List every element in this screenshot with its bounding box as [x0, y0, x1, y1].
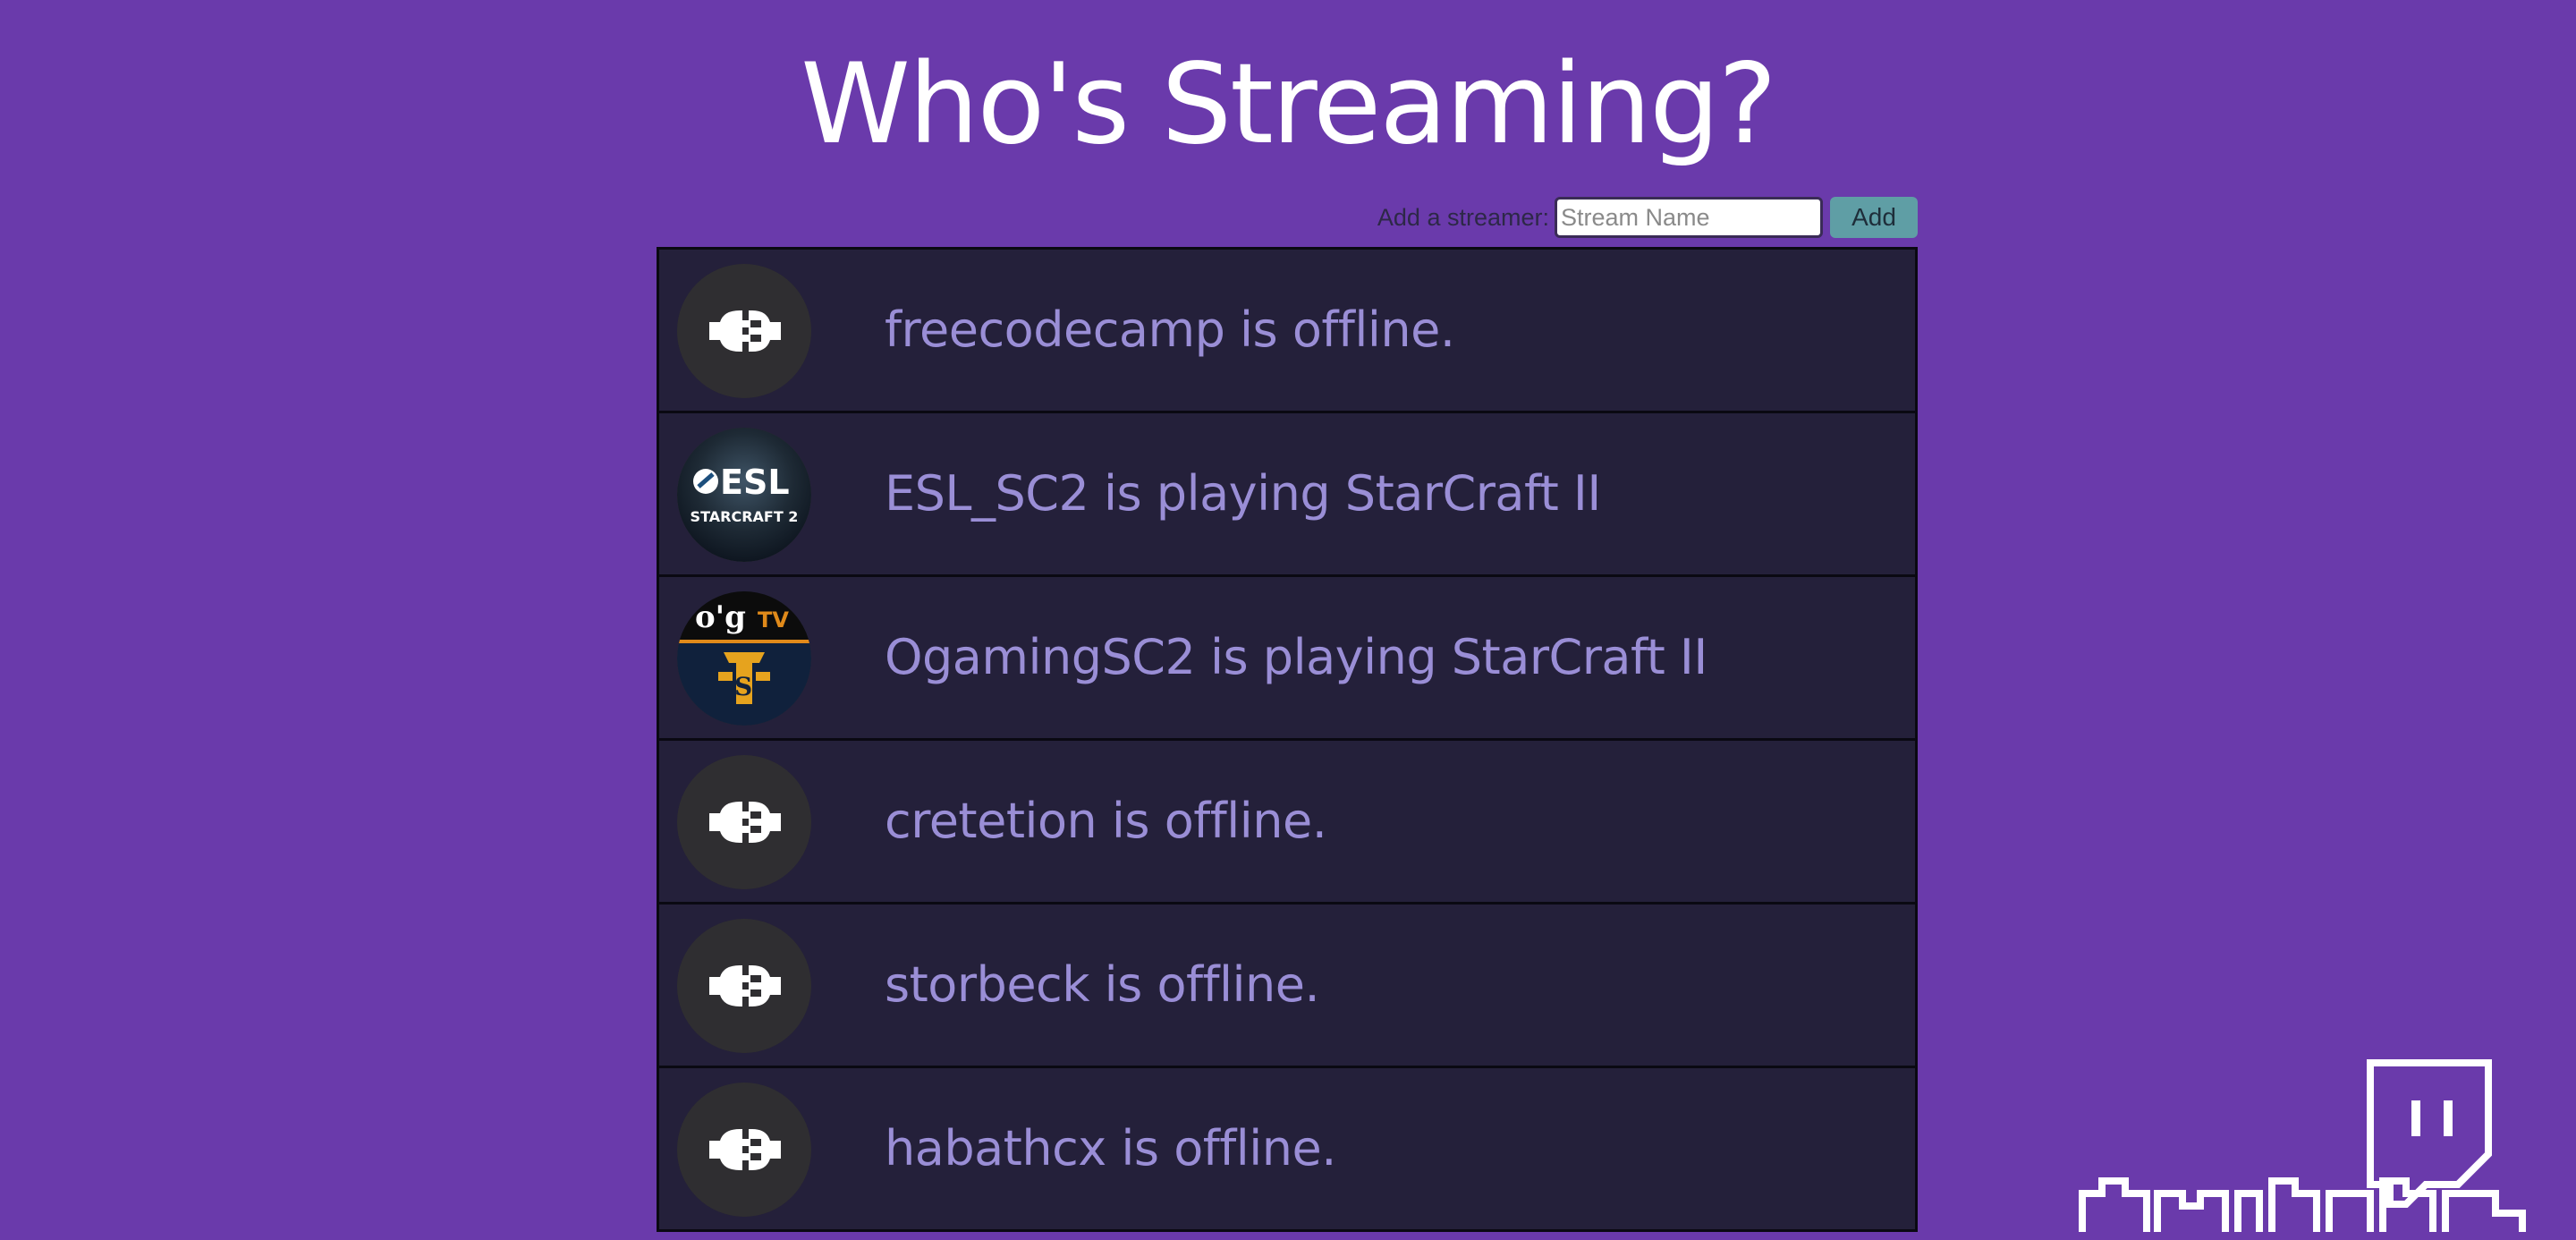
ogtv-logo-subtext: TV	[758, 607, 789, 633]
page-title: Who's Streaming?	[801, 40, 1776, 169]
stream-status[interactable]: OgamingSC2 is playing StarCraft II	[885, 577, 1707, 738]
svg-text:S: S	[734, 672, 752, 701]
add-button[interactable]: Add	[1830, 197, 1918, 238]
stream-status[interactable]: cretetion is offline.	[885, 741, 1327, 902]
ogtv-logo-text: o'g	[695, 599, 746, 635]
esl-logo-text: ESL	[720, 463, 790, 502]
plug-icon	[677, 919, 811, 1053]
twitch-logo	[2075, 1056, 2558, 1232]
add-streamer-form: Add a streamer: Add	[1377, 193, 1918, 242]
add-streamer-label: Add a streamer:	[1377, 203, 1549, 231]
stream-row[interactable]: cretetion is offline.	[657, 738, 1918, 905]
stream-name-input[interactable]	[1555, 197, 1823, 238]
stream-row[interactable]: storbeck is offline.	[657, 902, 1918, 1068]
esl-logo-avatar: ESL STARCRAFT 2	[677, 428, 811, 562]
stream-status[interactable]: ESL_SC2 is playing StarCraft II	[885, 413, 1601, 574]
stream-row[interactable]: o'g TV S OgamingSC2 is playing StarCraft…	[657, 574, 1918, 741]
stream-list: freecodecamp is offline. ESL STARCRAFT 2…	[657, 247, 1918, 1240]
stream-status[interactable]: habathcx is offline.	[885, 1068, 1336, 1229]
stream-row[interactable]: habathcx is offline.	[657, 1066, 1918, 1232]
stream-row[interactable]: freecodecamp is offline.	[657, 247, 1918, 413]
ogtv-logo-avatar: o'g TV S	[677, 591, 811, 726]
esl-logo-subtext: STARCRAFT 2	[691, 508, 799, 525]
stream-status[interactable]: storbeck is offline.	[885, 905, 1320, 1066]
plug-icon	[677, 755, 811, 889]
stream-status[interactable]: freecodecamp is offline.	[885, 250, 1455, 411]
plug-icon	[677, 1083, 811, 1217]
stream-row[interactable]: ESL STARCRAFT 2 ESL_SC2 is playing StarC…	[657, 411, 1918, 577]
plug-icon	[677, 264, 811, 398]
